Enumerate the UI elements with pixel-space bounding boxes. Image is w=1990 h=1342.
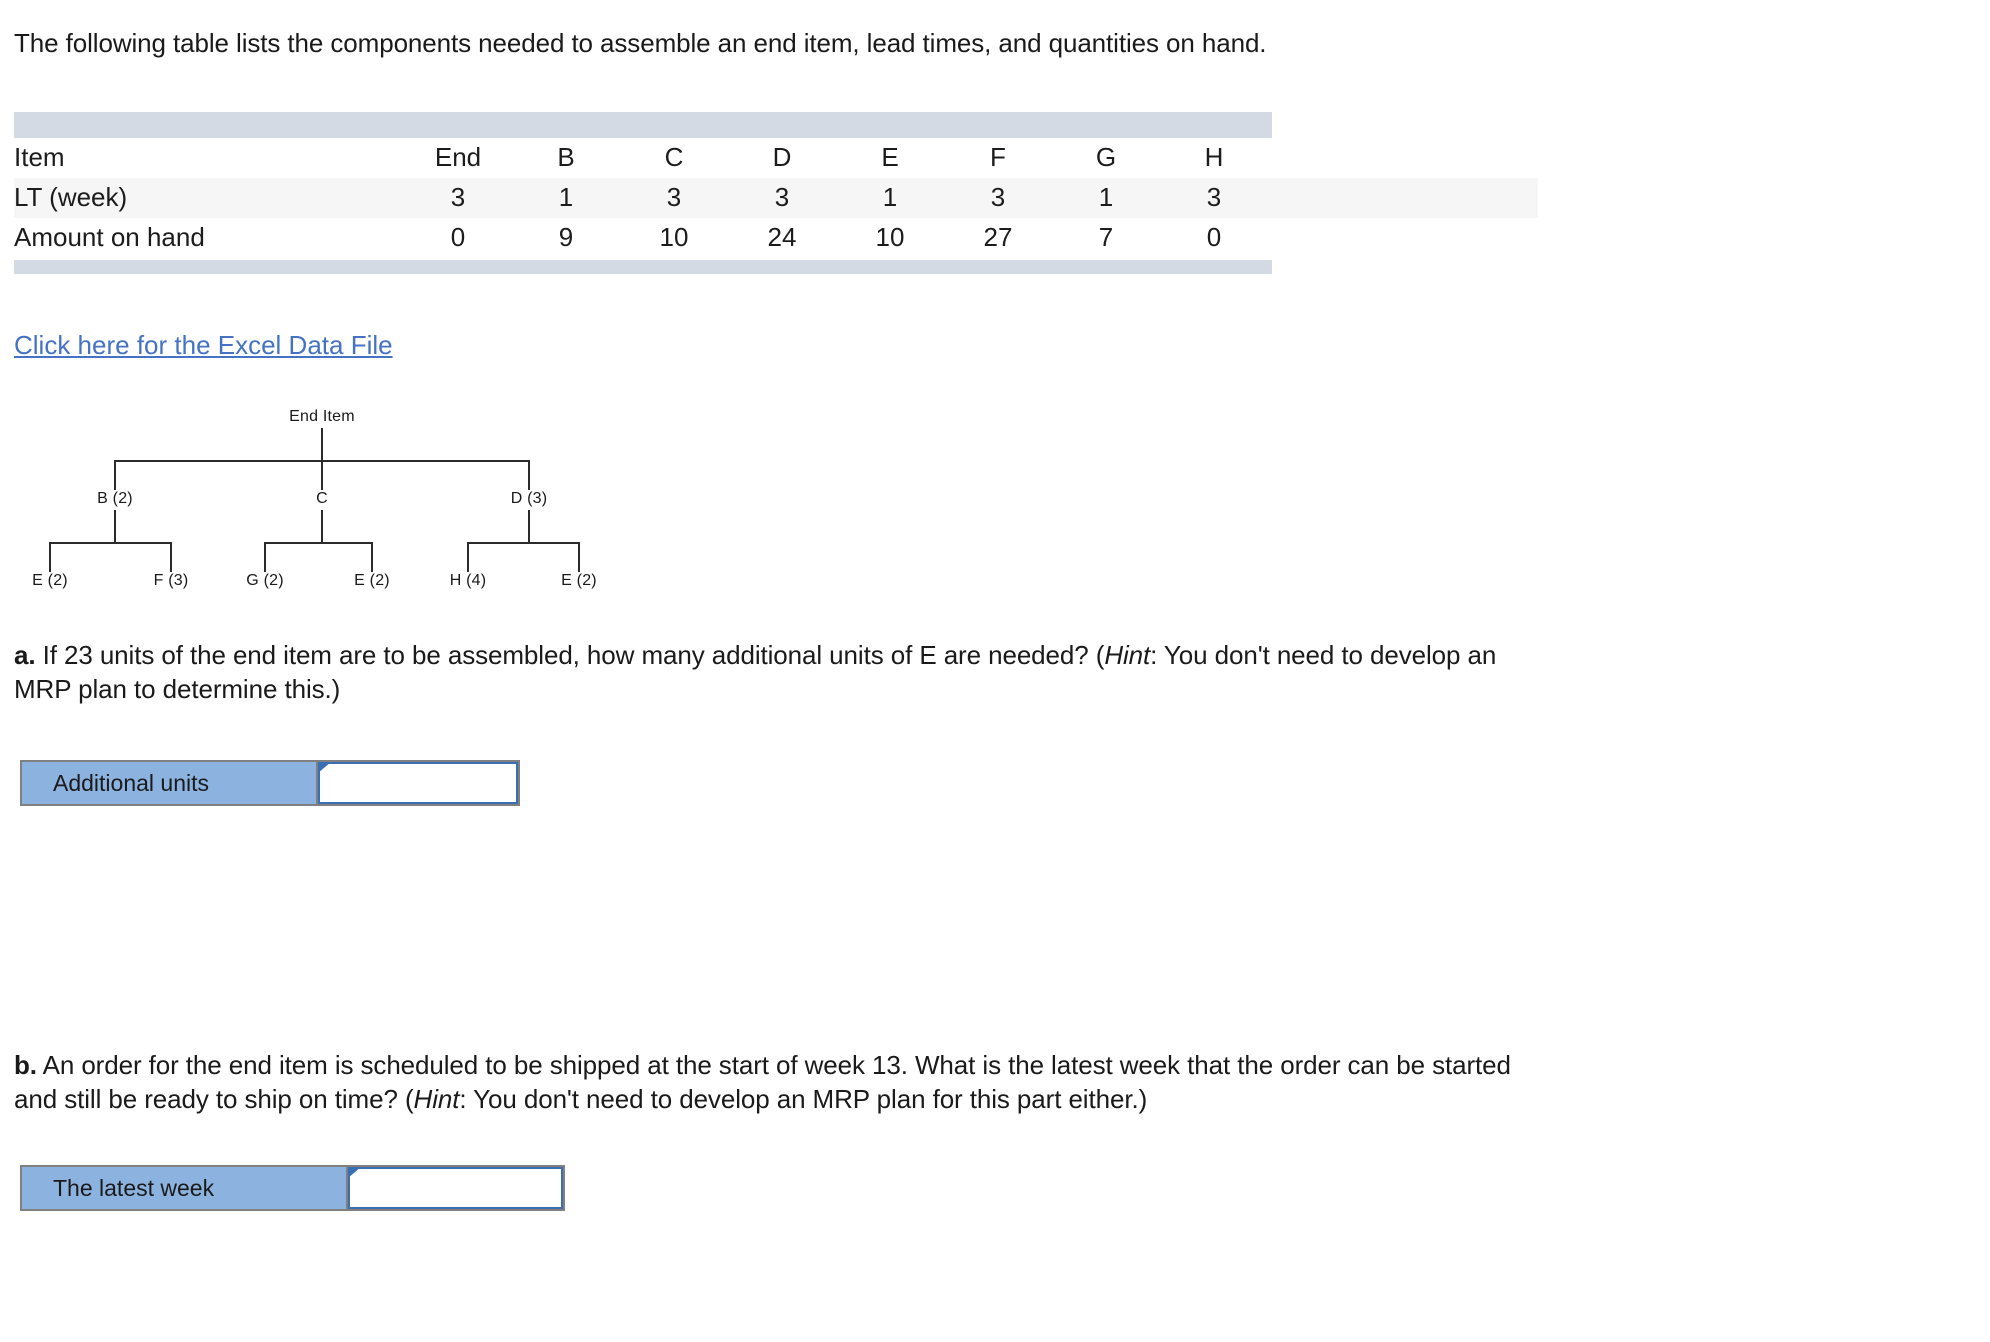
tree-line-d-bar (468, 542, 580, 544)
components-table: Item End B C D E F G H LT (week) 3 1 3 3… (14, 138, 1538, 258)
header-col-h: H (1204, 142, 1224, 172)
aoh-h: 0 (1206, 222, 1222, 252)
excel-data-file-link[interactable]: Click here for the Excel Data File (14, 330, 393, 361)
tree-line-drop-e2 (371, 542, 373, 572)
question-a-text: a. If 23 units of the end item are to be… (14, 638, 1894, 706)
question-b-hint-word: Hint (413, 1084, 460, 1114)
aoh-g: 7 (1098, 222, 1114, 252)
tree-line-b-stem (114, 510, 116, 542)
aoh-b: 9 (558, 222, 574, 252)
question-a-hint-word: Hint (1104, 640, 1151, 670)
tree-leaf-e-under-d: E (2) (561, 572, 597, 589)
tree-line-root-stem (321, 428, 323, 460)
tree-line-drop-h (467, 542, 469, 572)
tree-leaf-e-under-b: E (2) (32, 572, 68, 589)
additional-units-input[interactable] (318, 762, 518, 804)
intro-paragraph: The following table lists the components… (14, 28, 1267, 58)
table-row-lead-time: LT (week) 3 1 3 3 1 3 1 3 (14, 178, 1538, 218)
lt-end: 3 (404, 178, 512, 218)
question-b-line2-part2: : You don't need to develop an MRP plan … (459, 1084, 1148, 1114)
header-col-g: G (1095, 142, 1117, 172)
table-spacer-cell (1268, 138, 1538, 178)
answer-label-additional-units: Additional units (22, 762, 318, 804)
aoh-end: 0 (450, 222, 466, 252)
header-col-end: End (434, 142, 482, 172)
tree-line-c-bar (265, 542, 373, 544)
lt-g: 1 (1052, 178, 1160, 218)
table-row-item: Item End B C D E F G H (14, 138, 1538, 178)
tree-leaf-f-under-b: F (3) (153, 572, 189, 589)
tree-leaf-h-under-d: H (4) (449, 572, 487, 589)
header-col-c: C (664, 142, 684, 172)
tree-node-b: B (2) (97, 490, 133, 507)
tree-line-drop-e3 (578, 542, 580, 572)
header-col-b: B (557, 142, 575, 172)
lt-c: 3 (620, 178, 728, 218)
header-col-f: F (990, 142, 1006, 172)
lt-d: 3 (728, 178, 836, 218)
aoh-c: 10 (659, 222, 689, 252)
bill-of-materials-tree: End Item B (2) C D (3) E (2) F (3) G (2)… (0, 408, 640, 633)
lt-e: 1 (836, 178, 944, 218)
tree-line-c-stem (321, 510, 323, 542)
question-b-line2-part1: and still be ready to ship on time? ( (14, 1084, 414, 1114)
aoh-d: 24 (767, 222, 797, 252)
answer-input-wrapper-latest-week (348, 1167, 563, 1209)
question-a-marker: a. (14, 640, 36, 670)
tree-node-c: C (316, 490, 328, 507)
lt-h: 3 (1160, 178, 1268, 218)
tree-node-root: End Item (289, 408, 355, 425)
aoh-e: 10 (875, 222, 905, 252)
question-a-line1-part1: If 23 units of the end item are to be as… (35, 640, 1105, 670)
tree-line-b-bar (50, 542, 172, 544)
lt-b: 1 (512, 178, 620, 218)
row-label-lead-time: LT (week) (14, 178, 404, 218)
question-b-line1-part1: An order for the end item is scheduled t… (36, 1050, 1511, 1080)
tree-line-drop-c (321, 460, 323, 490)
tree-leaf-g-under-c: G (2) (246, 572, 284, 589)
tree-node-d: D (3) (510, 490, 548, 507)
question-a-line1-part2: : You don't need to develop an (1150, 640, 1497, 670)
tree-line-drop-d (528, 460, 530, 490)
lt-f: 3 (944, 178, 1052, 218)
tree-line-d-stem (528, 510, 530, 542)
question-b-marker: b. (14, 1050, 37, 1080)
row-label-amount-on-hand: Amount on hand (14, 222, 205, 252)
tree-line-drop-g (264, 542, 266, 572)
tree-line-drop-b (114, 460, 116, 490)
answer-row-additional-units: Additional units (20, 760, 520, 806)
question-b-text: b. An order for the end item is schedule… (14, 1048, 1894, 1116)
header-col-d: D (772, 142, 792, 172)
answer-label-latest-week: The latest week (22, 1167, 348, 1209)
answer-input-wrapper-additional-units (318, 762, 518, 804)
table-bottom-band (14, 260, 1272, 274)
row-label-item: Item (14, 142, 65, 172)
tree-leaf-e-under-c: E (2) (354, 572, 390, 589)
latest-week-input[interactable] (348, 1167, 563, 1209)
header-col-e: E (881, 142, 899, 172)
table-row-amount-on-hand: Amount on hand 0 9 10 24 10 27 7 0 (14, 218, 1538, 258)
components-table-wrapper: Item End B C D E F G H LT (week) 3 1 3 3… (14, 112, 1538, 274)
tree-line-drop-f (170, 542, 172, 572)
question-a-line2: MRP plan to determine this.) (14, 674, 341, 704)
answer-row-latest-week: The latest week (20, 1165, 565, 1211)
tree-line-drop-e1 (49, 542, 51, 572)
table-top-band (14, 112, 1272, 138)
aoh-f: 27 (983, 222, 1013, 252)
